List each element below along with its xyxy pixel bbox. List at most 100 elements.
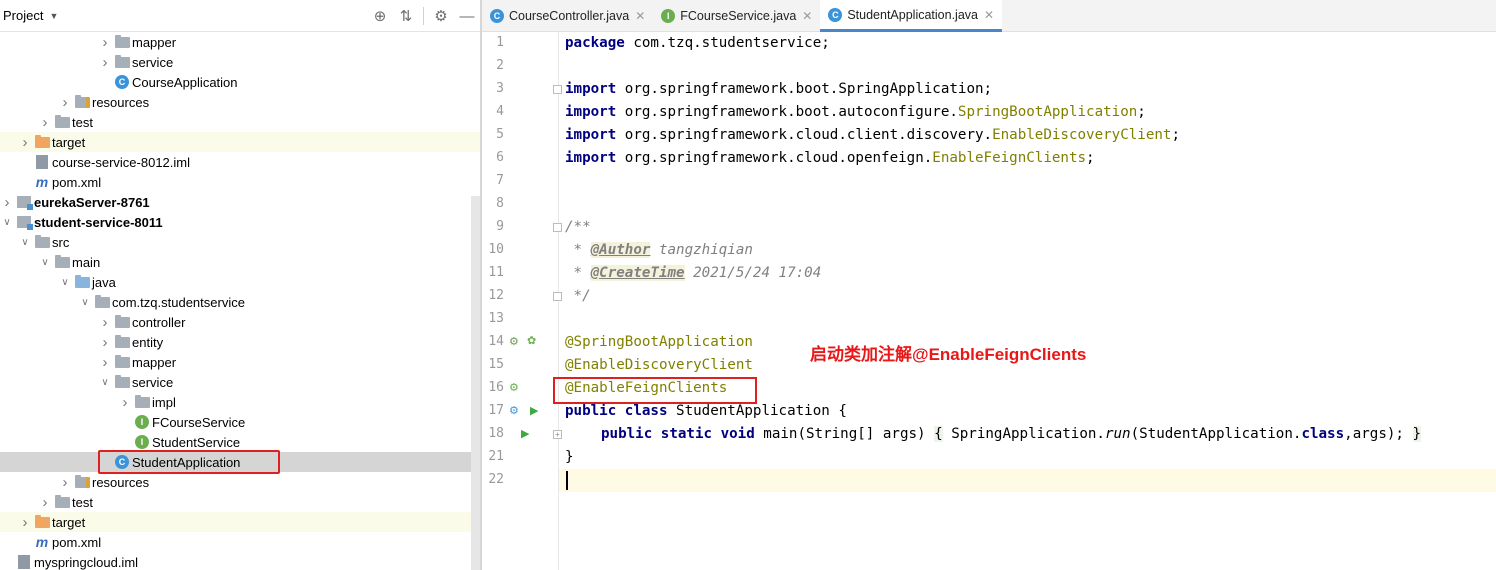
run-main-icon[interactable]: ▶ xyxy=(521,427,529,440)
code-line-21[interactable]: } xyxy=(565,449,574,465)
code-line-14[interactable]: @SpringBootApplication xyxy=(565,334,753,350)
tree-item[interactable]: › controller xyxy=(0,312,480,332)
chevron-down-icon[interactable]: ∨ xyxy=(18,237,32,248)
line-number[interactable]: 12 xyxy=(484,288,504,303)
tree-item[interactable]: ∨ service xyxy=(0,372,480,392)
chevron-right-icon[interactable]: › xyxy=(38,114,52,131)
chevron-right-icon[interactable]: › xyxy=(98,334,112,351)
code-line-11[interactable]: * @CreateTime 2021/5/24 17:04 xyxy=(565,265,821,281)
tree-item[interactable]: › eurekaServer-8761 xyxy=(0,192,480,212)
tree-item[interactable]: m pom.xml xyxy=(0,532,480,552)
code-line-1[interactable]: package com.tzq.studentservice; xyxy=(565,35,830,51)
tree-item[interactable]: › target xyxy=(0,512,480,532)
line-number[interactable]: 2 xyxy=(484,58,504,73)
line-number[interactable]: 8 xyxy=(484,196,504,211)
tree-item[interactable]: › entity xyxy=(0,332,480,352)
line-number[interactable]: 16 xyxy=(484,380,504,395)
fold-marker[interactable] xyxy=(553,223,562,232)
chevron-down-icon[interactable]: ∨ xyxy=(0,217,14,228)
fold-expand-marker[interactable]: + xyxy=(553,430,562,439)
folded-brace[interactable]: } xyxy=(1412,426,1422,442)
chevron-right-icon[interactable]: › xyxy=(18,514,32,531)
code-line-6[interactable]: import org.springframework.cloud.openfei… xyxy=(565,150,1095,166)
run-icon[interactable]: ▶ xyxy=(530,404,538,417)
line-number[interactable]: 21 xyxy=(484,449,504,464)
line-number[interactable]: 10 xyxy=(484,242,504,257)
tree-item[interactable]: › service xyxy=(0,52,480,72)
chevron-right-icon[interactable]: › xyxy=(118,394,132,411)
minimize-icon[interactable]: — xyxy=(454,8,480,25)
project-scrollbar[interactable] xyxy=(471,196,480,570)
code-line-10[interactable]: * @Author tangzhiqian xyxy=(565,242,753,258)
code-line-4[interactable]: import org.springframework.boot.autoconf… xyxy=(565,104,1146,120)
chevron-down-icon[interactable]: ∨ xyxy=(38,257,52,268)
close-icon[interactable]: ✕ xyxy=(802,9,812,23)
code-line-5[interactable]: import org.springframework.cloud.client.… xyxy=(565,127,1180,143)
tree-item[interactable]: m pom.xml xyxy=(0,172,480,192)
chevron-right-icon[interactable]: › xyxy=(98,354,112,371)
chevron-down-icon[interactable]: ∨ xyxy=(78,297,92,308)
code-line-9[interactable]: /** xyxy=(565,219,591,235)
line-number[interactable]: 1 xyxy=(484,35,504,50)
chevron-right-icon[interactable]: › xyxy=(98,34,112,51)
code-line-18[interactable]: public static void main(String[] args) {… xyxy=(601,426,1422,442)
chevron-right-icon[interactable]: › xyxy=(98,314,112,331)
close-icon[interactable]: ✕ xyxy=(984,8,994,22)
line-number[interactable]: 22 xyxy=(484,472,504,487)
tab-student-application[interactable]: C StudentApplication.java ✕ xyxy=(820,0,1003,32)
target-icon[interactable]: ⊕ xyxy=(367,7,393,25)
code-line-17[interactable]: public class StudentApplication { xyxy=(565,403,847,419)
spring-bean-icon[interactable]: ⚙ xyxy=(509,381,519,394)
line-number[interactable]: 6 xyxy=(484,150,504,165)
line-number[interactable]: 9 xyxy=(484,219,504,234)
tree-item[interactable]: › test xyxy=(0,492,480,512)
spring-leaf-icon[interactable]: ✿ xyxy=(527,334,536,347)
tree-item[interactable]: ∨ com.tzq.studentservice xyxy=(0,292,480,312)
fold-marker[interactable] xyxy=(553,85,562,94)
tree-item[interactable]: › impl xyxy=(0,392,480,412)
line-number[interactable]: 18 xyxy=(484,426,504,441)
spring-boot-icon[interactable]: ⚙ xyxy=(509,404,519,417)
gear-icon[interactable]: ⚙ xyxy=(428,7,454,25)
line-number[interactable]: 7 xyxy=(484,173,504,188)
project-view-selector[interactable]: Project xyxy=(3,8,43,23)
bean-icon[interactable]: ⚙ xyxy=(509,335,519,348)
tree-item[interactable]: ∨ java xyxy=(0,272,480,292)
chevron-right-icon[interactable]: › xyxy=(58,94,72,111)
tree-item[interactable]: C CourseApplication xyxy=(0,72,480,92)
line-number[interactable]: 4 xyxy=(484,104,504,119)
line-number[interactable]: 14 xyxy=(484,334,504,349)
tab-course-controller[interactable]: C CourseController.java ✕ xyxy=(482,0,653,32)
chevron-right-icon[interactable]: › xyxy=(98,54,112,71)
tree-item[interactable]: › test xyxy=(0,112,480,132)
collapse-icon[interactable]: ⇅ xyxy=(393,7,419,25)
code-line-12[interactable]: */ xyxy=(565,288,591,304)
chevron-down-icon[interactable]: ∨ xyxy=(98,377,112,388)
line-number[interactable]: 3 xyxy=(484,81,504,96)
chevron-down-icon[interactable]: ▼ xyxy=(49,11,58,21)
tree-item[interactable]: ∨ main xyxy=(0,252,480,272)
chevron-right-icon[interactable]: › xyxy=(38,494,52,511)
line-number[interactable]: 11 xyxy=(484,265,504,280)
tree-item[interactable]: › mapper xyxy=(0,32,480,52)
tree-item[interactable]: I StudentService xyxy=(0,432,480,452)
tree-item[interactable]: myspringcloud.iml xyxy=(0,552,480,570)
code-line-15[interactable]: @EnableDiscoveryClient xyxy=(565,357,753,373)
tab-fcourse-service[interactable]: I FCourseService.java ✕ xyxy=(653,0,820,32)
line-number[interactable]: 17 xyxy=(484,403,504,418)
tree-item[interactable]: › resources xyxy=(0,92,480,112)
tree-item[interactable]: › target xyxy=(0,132,480,152)
tree-item[interactable]: ∨ src xyxy=(0,232,480,252)
tree-item[interactable]: ∨ student-service-8011 xyxy=(0,212,480,232)
tree-item[interactable]: › mapper xyxy=(0,352,480,372)
line-number[interactable]: 15 xyxy=(484,357,504,372)
line-number[interactable]: 13 xyxy=(484,311,504,326)
tree-item[interactable]: › resources xyxy=(0,472,480,492)
folded-brace[interactable]: { xyxy=(934,426,943,442)
tree-item[interactable]: I FCourseService xyxy=(0,412,480,432)
tree-item[interactable]: course-service-8012.iml xyxy=(0,152,480,172)
line-number[interactable]: 5 xyxy=(484,127,504,142)
code-line-3[interactable]: import org.springframework.boot.SpringAp… xyxy=(565,81,992,97)
chevron-right-icon[interactable]: › xyxy=(58,474,72,491)
chevron-right-icon[interactable]: › xyxy=(0,194,14,211)
